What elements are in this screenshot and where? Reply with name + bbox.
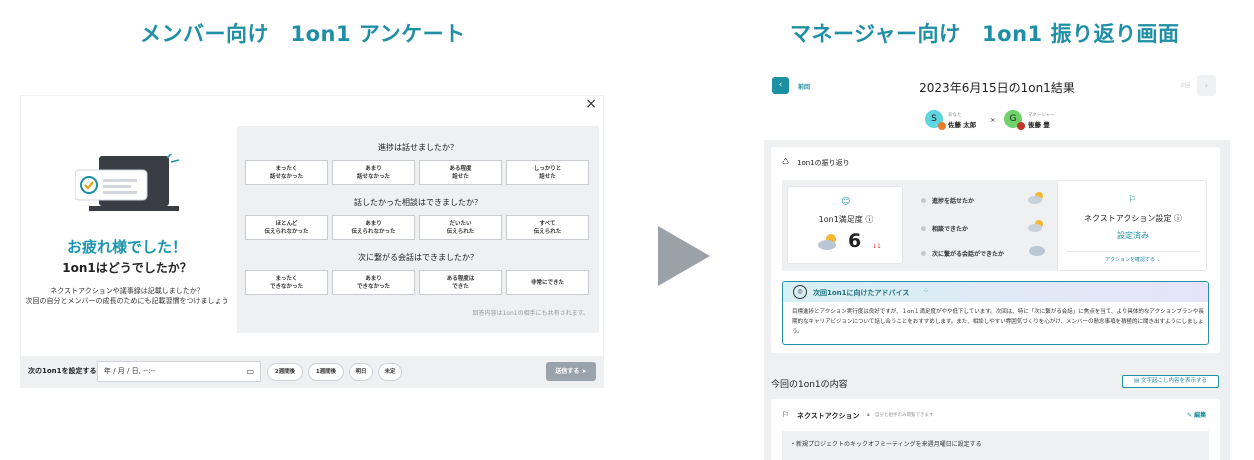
calendar-icon[interactable]: ▭ — [246, 362, 254, 381]
cloudy-trend-icon — [1029, 246, 1045, 256]
quick-1week-button[interactable]: 1週間後 — [308, 363, 344, 381]
quick-tomorrow-button[interactable]: 明日 — [349, 363, 373, 381]
section-title: 1on1の振り返り — [797, 159, 850, 167]
option-button[interactable]: ある程度 話せた — [419, 160, 502, 185]
section-title: 今回の1on1の内容 — [771, 380, 848, 390]
satisfaction-delta: ↓1 — [872, 243, 881, 250]
transcript-icon: ▤ — [1134, 378, 1141, 384]
right-heading: マネージャー向け 1on1 振り返り画面 — [790, 22, 1180, 46]
next-button[interactable]: › — [1197, 75, 1216, 96]
next-action-title: ネクストアクション設定 ⓘ — [1084, 214, 1182, 223]
you-name: 佐藤 太郎 — [948, 121, 977, 129]
metric-dot — [921, 226, 926, 231]
avatar-badge-icon — [1017, 122, 1025, 130]
option-button[interactable]: しっかりと 話せた — [506, 160, 589, 185]
metric-label: 進捗を話せたか — [932, 198, 975, 205]
sunny-trend-icon — [1028, 192, 1043, 204]
lock-icon: 🔒︎ — [867, 412, 870, 418]
option-button[interactable]: 非常にできた — [506, 270, 589, 295]
question-title: 進捗は話せましたか？ — [378, 143, 458, 152]
visibility-note: 自分と相手のみ閲覧できます — [875, 413, 934, 418]
thanks-line-1: ネクストアクションや議事録は記載しましたか？ — [50, 287, 204, 295]
satisfaction-label: 1on1満足度 ⓘ — [818, 215, 874, 224]
review-header: ‹ 前回 2023年6月15日の1on1結果 次回 › S あなた 佐藤 太郎 … — [764, 70, 1230, 140]
survey-modal: × お疲れ様でした！ 1on1はどうでしたか？ ネクストアクションや議事録は記載… — [20, 95, 604, 388]
question-area: 進捗は話せましたか？ まったく 話せなかった あまり 話せなかった ある程度 話… — [237, 126, 599, 333]
edit-button[interactable]: ✎ 編集 — [1187, 410, 1206, 419]
thanks-message: ネクストアクションや議事録は記載しましたか？ 次回の自分とメンバーの成長のために… — [21, 286, 233, 306]
satisfaction-area: ☺ 1on1満足度 ⓘ 6 ↓1 進捗を話せたか 相談できたか 次に繋がる会話が… — [782, 180, 1069, 271]
arrow-right-icon — [658, 226, 710, 286]
partner-name: 後藤 豊 — [1028, 121, 1050, 129]
partner-role: マネージャー — [1028, 113, 1055, 118]
ai-icon: ◎ — [793, 285, 807, 299]
quick-undecided-button[interactable]: 未定 — [378, 363, 402, 381]
review-card: ♺ 1on1の振り返り ☺ 1on1満足度 ⓘ 6 ↓1 進捗を話せたか 相談で… — [771, 147, 1220, 353]
sunny-trend-icon — [1028, 220, 1043, 232]
times-icon: × — [990, 116, 996, 124]
check-action-link[interactable]: アクションを確認する ⌄ — [1058, 256, 1208, 263]
divider — [1066, 251, 1200, 252]
next-action-section: ⚐ ネクストアクション 🔒︎ 自分と相手のみ閲覧できます ✎ 編集 ・新規プロジ… — [771, 399, 1220, 460]
question-title: 話したかった相談はできましたか？ — [354, 198, 482, 207]
metric-dot — [921, 251, 926, 256]
smile-icon: ☺ — [841, 197, 851, 207]
show-transcript-button[interactable]: ▤ 文字起こし内容を表示する — [1122, 375, 1219, 388]
advice-text: 目標進捗とアクション実行度は良好ですが、１on１満足度がやや低下しています。次回… — [792, 309, 1204, 335]
next-action-status: 設定済み — [1117, 231, 1149, 240]
send-label: 送信する — [555, 368, 580, 375]
advice-box: ◎ 次回1on1に向けたアドバイス ⁘ 目標進捗とアクション実行度は良好ですが、… — [782, 281, 1209, 345]
option-button[interactable]: まったく 話せなかった — [245, 160, 328, 185]
left-heading: メンバー向け 1on1 アンケート — [140, 22, 466, 46]
send-icon: ➤ — [581, 368, 587, 375]
metric-dot — [921, 198, 926, 203]
schedule-bar: 次の1on1を設定する 年 / 月 / 日, --:-- ▭ 2週間後 1週間後… — [20, 356, 604, 388]
thanks-line-2: 次回の自分とメンバーの成長のためにも記載習慣をつけましょう — [25, 297, 229, 305]
datetime-input[interactable]: 年 / 月 / 日, --:-- ▭ — [97, 361, 261, 382]
flag-icon: ⚐ — [1128, 195, 1137, 205]
satisfaction-value: 6 — [848, 230, 862, 252]
option-button[interactable]: ほとんど 伝えられなかった — [245, 215, 328, 240]
next-label: 次回 — [1180, 83, 1191, 89]
advice-header: ◎ 次回1on1に向けたアドバイス ⁘ — [783, 282, 1208, 302]
option-button[interactable]: だいたい 伝えられた — [419, 215, 502, 240]
option-button[interactable]: あまり 話せなかった — [332, 160, 415, 185]
next-action-item: ・新規プロジェクトのキックオフミーティングを来週月曜日に設定する — [790, 441, 982, 448]
you-role: あなた — [948, 113, 962, 118]
advice-title: 次回1on1に向けたアドバイス — [813, 289, 910, 297]
flag-icon: ⚐ — [782, 410, 790, 419]
edit-label: 編集 — [1194, 412, 1207, 419]
satisfaction-card: ☺ 1on1満足度 ⓘ 6 ↓1 — [787, 186, 903, 264]
next-action-list: ・新規プロジェクトのキックオフミーティングを来週月曜日に設定する — [782, 431, 1209, 460]
thanks-subtitle: 1on1はどうでしたか？ — [62, 261, 192, 275]
next-action-card: ⚐ ネクストアクション設定 ⓘ 設定済み アクションを確認する ⌄ — [1057, 180, 1207, 271]
next-1on1-label: 次の1on1を設定する — [28, 367, 97, 375]
metric-label: 相談できたか — [932, 226, 969, 233]
avatar-badge-icon — [938, 122, 946, 130]
send-button[interactable]: 送信する ➤ — [546, 362, 596, 381]
transcript-label: 文字起こし内容を表示する — [1140, 378, 1207, 384]
option-button[interactable]: すべて 伝えられた — [506, 215, 589, 240]
option-button[interactable]: ある程度は できた — [419, 270, 502, 295]
option-button[interactable]: あまり 伝えられなかった — [332, 215, 415, 240]
question-title: 次に繋がる会話はできましたか？ — [358, 253, 478, 262]
recycle-icon: ♺ — [782, 157, 790, 166]
partly-cloudy-icon — [818, 234, 836, 250]
next-action-heading: ネクストアクション — [797, 412, 860, 420]
quick-2weeks-button[interactable]: 2週間後 — [267, 363, 303, 381]
loading-icon: ⁘ — [923, 287, 929, 295]
share-note: 回答内容は1on1の相手にも共有されます。 — [472, 310, 589, 317]
thanks-title: お疲れ様でした！ — [66, 238, 187, 256]
laptop-illustration-icon — [75, 154, 180, 211]
option-button[interactable]: まったく できなかった — [245, 270, 328, 295]
review-title: 2023年6月15日の1on1結果 — [919, 81, 1075, 95]
option-button[interactable]: あまり できなかった — [332, 270, 415, 295]
close-icon[interactable]: × — [585, 96, 597, 112]
datetime-placeholder: 年 / 月 / 日, --:-- — [104, 367, 156, 375]
review-screen: ‹ 前回 2023年6月15日の1on1結果 次回 › S あなた 佐藤 太郎 … — [764, 70, 1230, 460]
metric-label: 次に繋がる会話ができたか — [932, 251, 1005, 258]
